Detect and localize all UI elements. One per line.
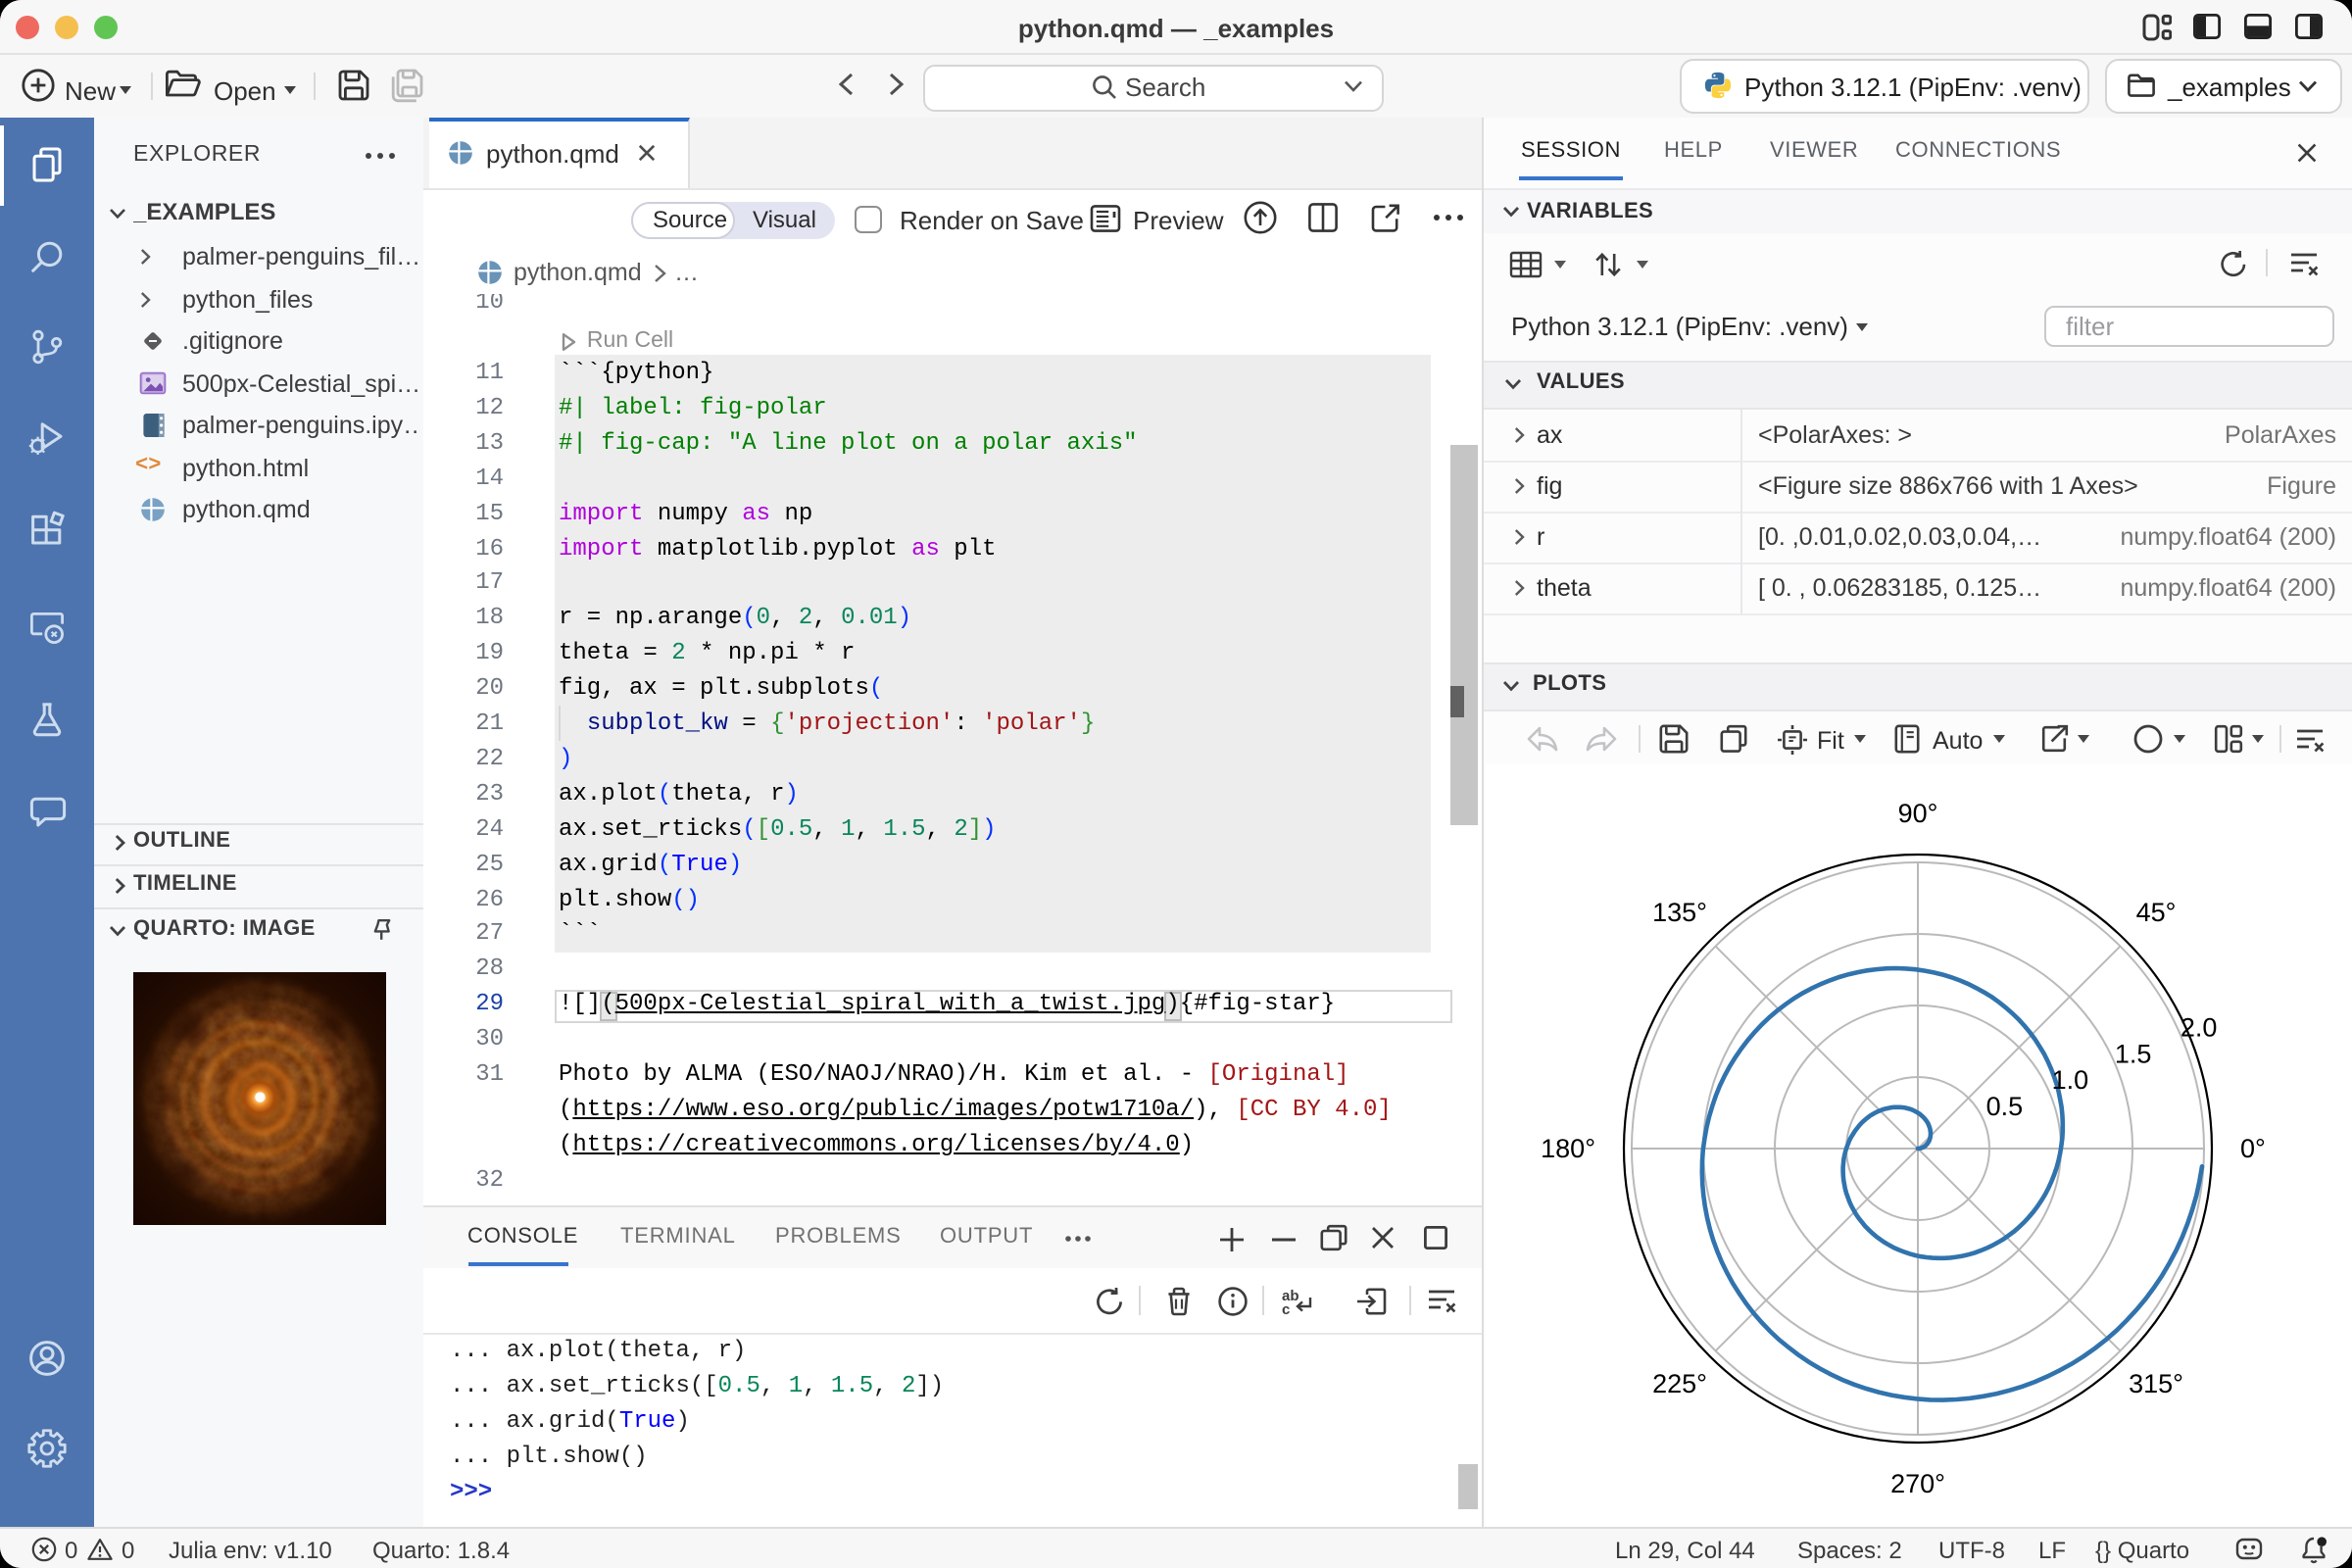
svg-text:45°: 45° (2136, 897, 2177, 926)
svg-text:270°: 270° (1890, 1468, 1945, 1497)
svg-text:315°: 315° (2129, 1368, 2183, 1397)
svg-text:90°: 90° (1898, 798, 1938, 827)
svg-text:135°: 135° (1652, 897, 1707, 926)
svg-text:0.5: 0.5 (1986, 1091, 2024, 1120)
svg-text:2.0: 2.0 (2180, 1012, 2218, 1042)
svg-text:1.5: 1.5 (2115, 1038, 2152, 1067)
svg-text:225°: 225° (1652, 1368, 1707, 1397)
svg-text:1.0: 1.0 (2052, 1064, 2089, 1094)
svg-text:180°: 180° (1541, 1133, 1595, 1162)
svg-text:0°: 0° (2240, 1133, 2266, 1162)
svg-text:c: c (1282, 1301, 1290, 1317)
